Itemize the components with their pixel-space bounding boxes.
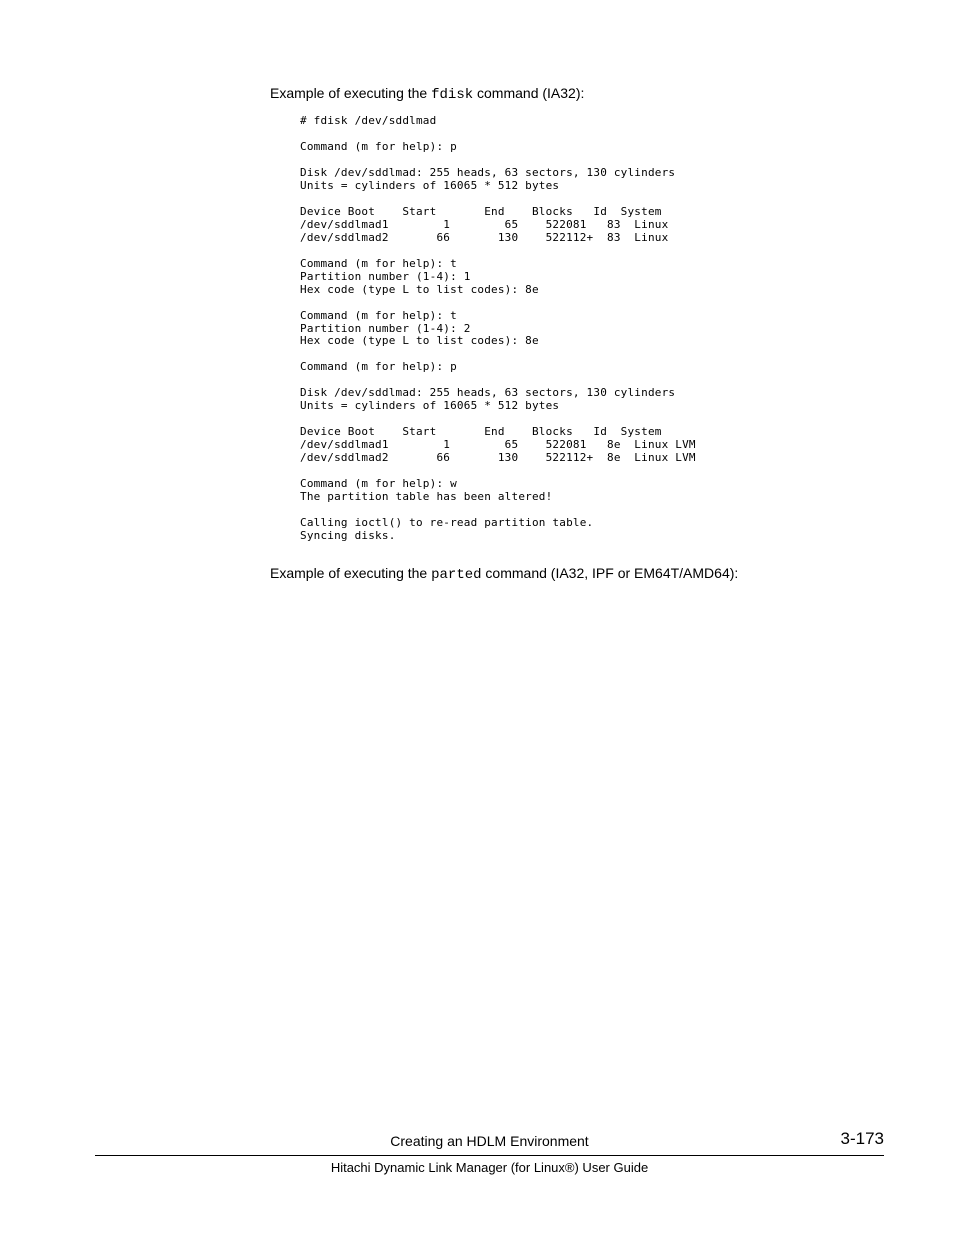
intro-fdisk: Example of executing the fdisk command (… [270, 85, 884, 103]
footer-doc-title: Hitachi Dynamic Link Manager (for Linux®… [95, 1156, 884, 1175]
intro-text: command (IA32): [473, 85, 584, 101]
intro-cmd: fdisk [431, 87, 473, 103]
footer-top-row: Creating an HDLM Environment 3-173 [95, 1129, 884, 1156]
page-footer: Creating an HDLM Environment 3-173 Hitac… [95, 1129, 884, 1175]
main-content: Example of executing the fdisk command (… [270, 85, 884, 595]
page-number: 3-173 [804, 1129, 884, 1149]
terminal-text: # fdisk /dev/sddlmad Command (m for help… [300, 114, 696, 542]
intro-text: Example of executing the [270, 565, 431, 581]
intro-text: Example of executing the [270, 85, 431, 101]
terminal-output-fdisk: # fdisk /dev/sddlmad Command (m for help… [300, 115, 884, 543]
intro-parted: Example of executing the parted command … [270, 565, 884, 583]
intro-cmd: parted [431, 567, 481, 583]
intro-text: command (IA32, IPF or EM64T/AMD64): [482, 565, 739, 581]
footer-section-title: Creating an HDLM Environment [175, 1133, 804, 1149]
